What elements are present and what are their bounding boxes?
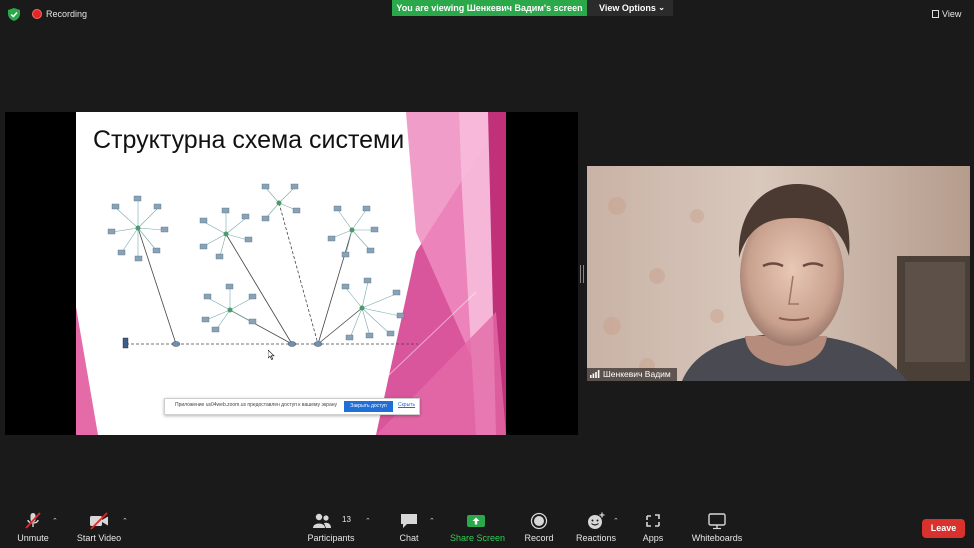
participant-name: Шенкевич Вадим bbox=[603, 369, 671, 379]
slide-title: Структурна схема системи bbox=[93, 126, 405, 154]
start-video-button[interactable]: Start Video bbox=[76, 512, 122, 543]
view-button[interactable]: View bbox=[932, 8, 961, 21]
whiteboards-label: Whiteboards bbox=[691, 533, 743, 543]
share-screen-label: Share Screen bbox=[450, 533, 506, 543]
participants-count: 13 bbox=[342, 515, 351, 524]
record-label: Record bbox=[524, 533, 554, 543]
stop-sharing-button[interactable]: Закрыть доступ bbox=[344, 401, 393, 412]
screen-share-notification: Приложение us04web.zoom.us предоставлен … bbox=[164, 398, 420, 415]
participant-video[interactable]: Шенкевич Вадим bbox=[587, 166, 970, 381]
participants-icon bbox=[313, 513, 331, 528]
viewing-screen-banner: You are viewing Шенкевич Вадим's screen bbox=[392, 0, 587, 16]
chat-button[interactable]: Chat bbox=[394, 512, 424, 543]
reactions-button[interactable]: Reactions bbox=[576, 512, 616, 543]
split-view-resize-handle[interactable] bbox=[580, 265, 584, 283]
participants-options-chevron-icon[interactable]: ⌃ bbox=[365, 517, 371, 525]
video-options-chevron-icon[interactable]: ⌃ bbox=[122, 517, 128, 525]
participant-name-tag: Шенкевич Вадим bbox=[587, 368, 677, 381]
apps-icon bbox=[646, 514, 660, 527]
mouse-cursor-icon bbox=[268, 350, 275, 360]
microphone-muted-icon bbox=[25, 512, 41, 529]
chat-icon bbox=[401, 514, 417, 528]
view-options-label: View Options bbox=[599, 3, 656, 13]
hide-notification-link[interactable]: Скрыть bbox=[398, 402, 415, 408]
apps-label: Apps bbox=[642, 533, 664, 543]
record-button[interactable]: Record bbox=[524, 512, 554, 543]
share-screen-icon bbox=[467, 515, 485, 527]
view-options-button[interactable]: View Options ⌄ bbox=[587, 0, 673, 16]
start-video-label: Start Video bbox=[76, 533, 122, 543]
video-off-icon bbox=[90, 512, 108, 530]
recording-label[interactable]: Recording bbox=[46, 8, 87, 21]
notification-text: Приложение us04web.zoom.us предоставлен … bbox=[175, 402, 338, 408]
participants-label: Participants bbox=[307, 533, 355, 543]
record-icon bbox=[530, 512, 548, 530]
encryption-shield-icon[interactable] bbox=[8, 8, 20, 21]
leave-button[interactable]: Leave bbox=[922, 519, 965, 538]
chat-options-chevron-icon[interactable]: ⌃ bbox=[429, 517, 435, 525]
chat-label: Chat bbox=[399, 533, 419, 543]
unmute-button[interactable]: Unmute bbox=[14, 512, 52, 543]
view-layout-icon bbox=[932, 10, 939, 18]
whiteboards-button[interactable]: Whiteboards bbox=[691, 512, 743, 543]
unmute-label: Unmute bbox=[17, 533, 49, 543]
presentation-slide: Структурна схема системи Приложение us04… bbox=[76, 112, 506, 435]
reactions-label: Reactions bbox=[576, 533, 617, 543]
view-label: View bbox=[942, 9, 962, 19]
recording-icon bbox=[32, 9, 42, 19]
reactions-options-chevron-icon[interactable]: ⌃ bbox=[613, 517, 619, 525]
apps-button[interactable]: Apps bbox=[639, 512, 667, 543]
whiteboard-icon bbox=[708, 513, 726, 530]
connection-signal-icon bbox=[590, 370, 600, 378]
reactions-icon bbox=[588, 512, 605, 529]
chevron-down-icon: ⌄ bbox=[658, 3, 665, 12]
network-diagram bbox=[107, 183, 418, 349]
video-frame-image bbox=[587, 166, 970, 381]
share-screen-button[interactable]: Share Screen bbox=[450, 512, 506, 543]
audio-options-chevron-icon[interactable]: ⌃ bbox=[52, 517, 58, 525]
